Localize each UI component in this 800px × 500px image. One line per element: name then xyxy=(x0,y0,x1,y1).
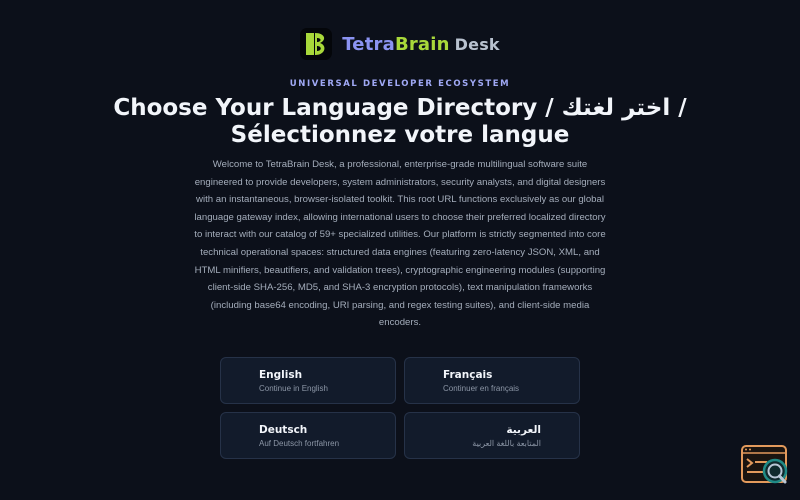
brand-name-part3: Desk xyxy=(454,34,500,54)
terminal-search-icon[interactable] xyxy=(741,445,791,489)
language-card-german[interactable]: Deutsch Auf Deutsch fortfahren xyxy=(220,412,396,459)
language-card-subtitle: Auf Deutsch fortfahren xyxy=(259,439,340,448)
language-card-title: Français xyxy=(443,369,493,381)
language-card-subtitle: Continuer en français xyxy=(443,384,520,393)
leaf-logo-icon xyxy=(300,28,333,60)
brand-name: TetraBrain Desk xyxy=(342,34,500,55)
language-card-title: English xyxy=(259,369,303,381)
language-card-french[interactable]: Français Continuer en français xyxy=(404,357,580,404)
language-card-grid: English Continue in English Français Con… xyxy=(220,357,580,459)
language-gateway-page: TetraBrain Desk UNIVERSAL DEVELOPER ECOSY… xyxy=(0,0,800,500)
brand-name-part1: Tetra xyxy=(342,33,395,55)
brand-name-part2: Brain xyxy=(394,33,450,55)
language-card-title: Deutsch xyxy=(259,424,308,436)
page-title: Choose Your Language Directory / اختر لغ… xyxy=(113,95,687,148)
language-card-subtitle: Continue in English xyxy=(259,384,328,393)
language-card-subtitle: المتابعة باللغة العربية xyxy=(472,439,541,448)
language-card-title: العربية xyxy=(506,424,541,436)
intro-paragraph: Welcome to TetraBrain Desk, a profession… xyxy=(194,159,606,329)
language-card-arabic[interactable]: العربية المتابعة باللغة العربية xyxy=(404,412,580,459)
language-card-english[interactable]: English Continue in English xyxy=(220,357,396,404)
brand-header[interactable]: TetraBrain Desk xyxy=(0,28,800,60)
eyebrow-label: UNIVERSAL DEVELOPER ECOSYSTEM xyxy=(289,79,511,89)
